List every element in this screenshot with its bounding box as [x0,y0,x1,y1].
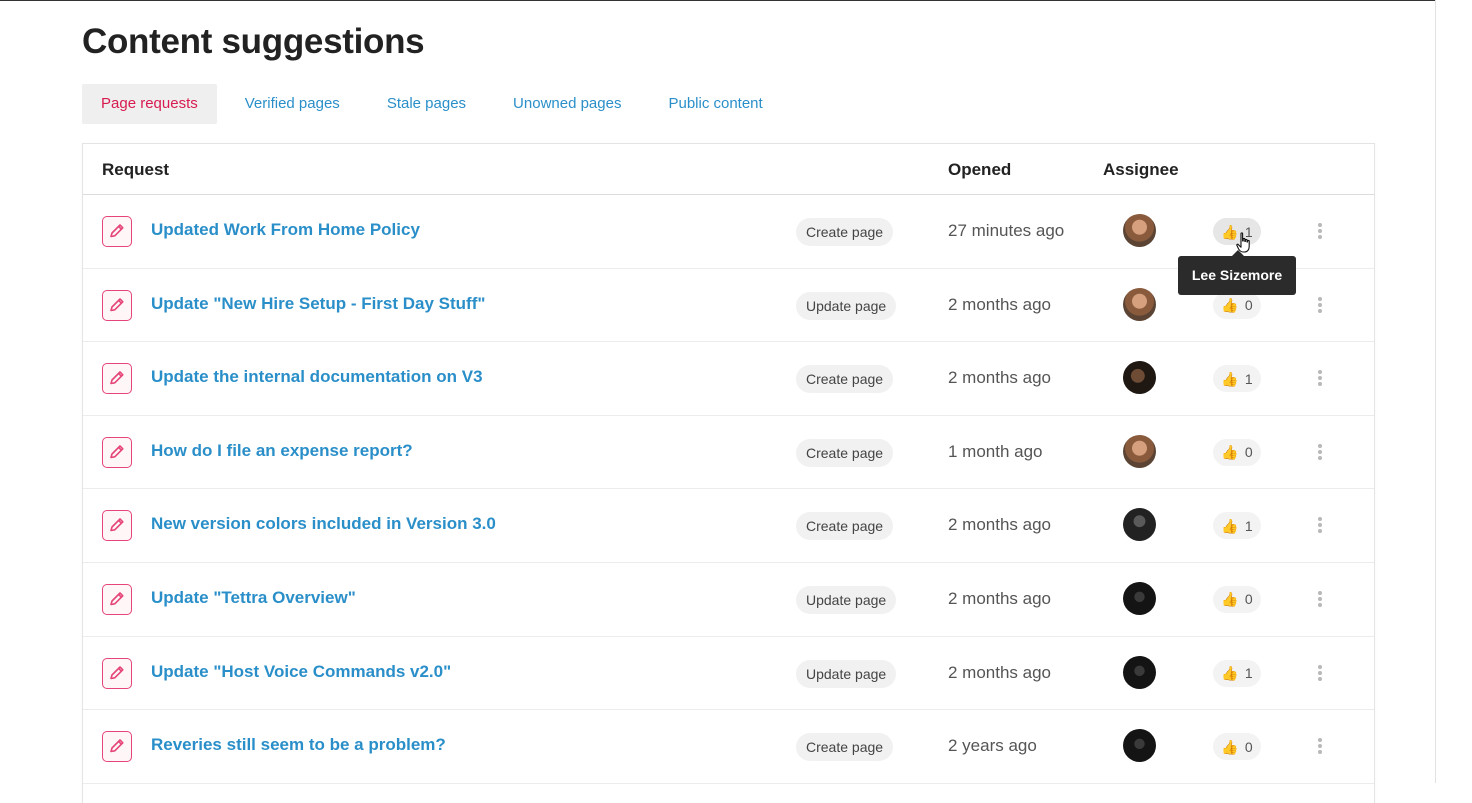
request-title-link[interactable]: Update "Tettra Overview" [151,588,356,608]
thumbs-up-icon: 👍 [1221,370,1239,387]
thumbs-up-icon: 👍 [1221,738,1239,755]
edit-document-icon [102,363,132,395]
upvote-button[interactable]: 👍 0 [1213,585,1261,613]
table-row: Reveries still seem to be a problem? Cre… [83,710,1374,784]
kebab-menu-icon[interactable] [1316,515,1324,535]
voter-tooltip: Lee Sizemore [1178,250,1296,295]
kebab-menu-icon[interactable] [1316,589,1324,609]
opened-time: 27 minutes ago [948,221,1065,240]
vote-count: 0 [1244,591,1253,608]
table-row: How do I file an expense report? Create … [83,416,1374,490]
avatar[interactable] [1123,655,1156,689]
request-title-link[interactable]: Update the internal documentation on V3 [151,367,483,387]
edit-document-icon [102,216,132,247]
edit-document-icon [102,436,132,468]
edit-document-icon [102,657,132,689]
tab-unowned-pages[interactable]: Unowned pages [494,84,640,124]
request-title-link[interactable]: Update "Host Voice Commands v2.0" [151,662,451,682]
edit-document-icon [102,289,132,321]
table-row: New version colors included in Version 3… [83,489,1374,563]
thumbs-up-icon: 👍 [1221,444,1239,461]
create-page-button[interactable]: Create page [796,512,894,541]
opened-time: 2 months ago [948,515,1052,535]
requests-table: Request Opened Assignee Updated Work Fro… [82,143,1375,803]
header-request[interactable]: Request [102,160,169,180]
kebab-menu-icon[interactable] [1316,736,1324,756]
table-row: Update the internal documentation on V3 … [83,342,1374,416]
kebab-menu-icon[interactable] [1316,221,1324,241]
thumbs-up-icon: 👍 [1221,517,1239,534]
top-border [0,0,1436,1]
edit-document-icon [102,583,132,615]
hand-cursor-icon [1236,232,1250,253]
update-page-button[interactable]: Update page [796,291,897,320]
request-title-link[interactable]: Updated Work From Home Policy [151,220,420,240]
tab-page-requests[interactable]: Page requests [82,84,217,124]
thumbs-up-icon: 👍 [1221,297,1239,314]
create-page-button[interactable]: Create page [796,733,894,762]
vote-count: 0 [1244,738,1253,755]
create-page-button[interactable]: Create page [796,365,894,394]
tab-public-content[interactable]: Public content [649,84,781,124]
kebab-menu-icon[interactable] [1316,295,1324,315]
upvote-button[interactable]: 👍 0 [1213,291,1261,319]
create-page-button[interactable]: Create page [796,218,894,246]
opened-time: 2 months ago [948,368,1052,388]
upvote-button[interactable]: 👍 1 [1213,512,1261,540]
table-header: Request Opened Assignee [83,144,1374,195]
avatar[interactable] [1123,434,1156,468]
avatar[interactable] [1123,729,1156,763]
upvote-button[interactable]: 👍 0 [1213,438,1261,466]
request-title-link[interactable]: Update "New Hire Setup - First Day Stuff… [151,294,485,314]
header-opened[interactable]: Opened [948,160,1011,180]
update-page-button[interactable]: Update page [796,659,897,688]
request-title-link[interactable]: New version colors included in Version 3… [151,514,496,534]
page-title: Content suggestions [82,22,425,61]
content-tabs: Page requests Verified pages Stale pages… [82,84,791,124]
upvote-button[interactable]: 👍 0 [1213,733,1261,761]
opened-time: 2 months ago [948,662,1052,682]
avatar[interactable] [1123,214,1156,247]
avatar[interactable] [1123,361,1156,395]
request-title-link[interactable]: Reveries still seem to be a problem? [151,735,446,755]
avatar[interactable] [1123,287,1156,321]
thumbs-up-icon: 👍 [1221,591,1239,608]
update-page-button[interactable]: Update page [796,585,897,614]
kebab-menu-icon[interactable] [1316,368,1324,388]
thumbs-up-icon: 👍 [1221,665,1239,682]
kebab-menu-icon[interactable] [1316,663,1324,683]
tab-stale-pages[interactable]: Stale pages [368,84,485,124]
opened-time: 2 months ago [948,294,1052,314]
vote-count: 1 [1244,370,1253,387]
vote-count: 0 [1244,444,1253,461]
right-border [1435,0,1436,783]
vote-count: 1 [1244,665,1253,682]
opened-time: 2 months ago [948,588,1052,608]
kebab-menu-icon[interactable] [1316,442,1324,462]
create-page-button[interactable]: Create page [796,438,894,467]
avatar[interactable] [1123,581,1156,615]
request-title-link[interactable]: How do I file an expense report? [151,441,413,461]
upvote-button[interactable]: 👍 1 [1213,365,1261,393]
vote-count: 1 [1244,517,1253,534]
table-row: Update "Tettra Overview" Update page 2 m… [83,563,1374,637]
table-row: Update "Host Voice Commands v2.0" Update… [83,637,1374,711]
avatar[interactable] [1123,508,1156,542]
header-assignee[interactable]: Assignee [1103,160,1179,180]
upvote-button[interactable]: 👍 1 [1213,659,1261,687]
edit-document-icon [102,510,132,542]
opened-time: 2 years ago [948,736,1037,756]
vote-count: 0 [1244,297,1253,314]
tab-verified-pages[interactable]: Verified pages [226,84,359,124]
edit-document-icon [102,731,132,763]
opened-time: 1 month ago [948,441,1043,461]
